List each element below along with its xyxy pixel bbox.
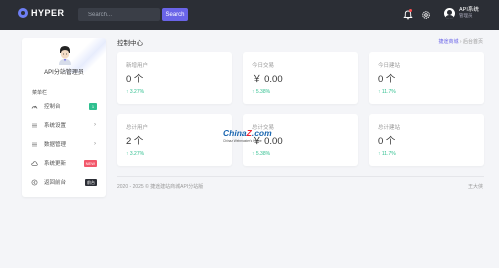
stat-trend: ↑ 11.7% (378, 151, 396, 157)
stat-label: 总计用户 (126, 125, 149, 131)
sidebar-item-data[interactable]: 数据管理 › (22, 136, 106, 152)
sidebar-item-label: 系统设置 (44, 123, 67, 129)
stat-trend: ↑ 5.38% (252, 89, 271, 95)
new-badge: NEW (83, 159, 97, 167)
stat-trend: ↑ 3.27% (126, 89, 145, 95)
settings-list-icon (31, 122, 38, 129)
user-role: 管理员 (459, 13, 473, 18)
stat-value: 0 个 (126, 74, 144, 85)
arrow-up-icon: ↑ (126, 89, 129, 95)
dashboard-icon (31, 103, 38, 110)
breadcrumb-separator: › (459, 39, 462, 45)
stat-trend: ↑ 3.27% (126, 151, 145, 157)
page-title: 控制中心 (117, 40, 143, 47)
sidebar-item-label: 返回前台 (44, 180, 67, 186)
menu-section-label: 菜单栏 (32, 90, 48, 96)
profile-avatar (59, 46, 71, 65)
brand-name: HYPER (31, 8, 65, 18)
arrow-up-icon: ↑ (252, 151, 255, 157)
arrow-up-icon: ↑ (378, 151, 381, 157)
arrow-up-icon: ↑ (378, 89, 381, 95)
stat-label: 今日交易 (252, 63, 275, 69)
cloud-icon (31, 160, 38, 167)
breadcrumb-link[interactable]: 捷途商城 (439, 39, 459, 45)
user-menu[interactable]: API系统 管理员 (444, 7, 479, 19)
search-input[interactable] (78, 8, 160, 21)
arrow-up-icon: ↑ (252, 89, 255, 95)
sidebar-item-label: 数据管理 (44, 142, 67, 148)
stat-label: 总计建站 (378, 125, 401, 131)
app-window: HYPER Search API系统 管理员 (0, 0, 499, 268)
sidebar-item-frontend[interactable]: 返回前台 前台 (22, 174, 106, 190)
brand-logo[interactable]: HYPER (18, 8, 65, 18)
notification-dot (409, 9, 412, 12)
breadcrumb: 捷途商城 › 后台首页 (439, 38, 483, 45)
sidebar-item-settings[interactable]: 系统设置 › (22, 117, 106, 133)
stat-label: 今日建站 (378, 63, 401, 69)
avatar (444, 7, 455, 19)
stat-card-today-sites: 今日建站 0 个 ↑ 11.7% (369, 52, 484, 104)
stat-value: 0 个 (378, 136, 396, 147)
sidebar-item-dashboard[interactable]: 控制台 1 (22, 98, 106, 114)
watermark: ChinaZ.com Chinaz Webmaster's Home (223, 128, 272, 143)
sidebar-item-label: 系统更新 (44, 161, 67, 167)
stat-card-new-users: 新增用户 0 个 ↑ 3.27% (117, 52, 232, 104)
count-badge: 1 (89, 102, 97, 110)
breadcrumb-current: 后台首页 (462, 39, 483, 45)
top-navbar: HYPER Search API系统 管理员 (0, 0, 499, 30)
profile-title: API分站管理员 (44, 70, 84, 76)
footer-author: 王大侠 (467, 184, 483, 190)
data-list-icon (31, 141, 38, 148)
sidebar: API分站管理员 菜单栏 控制台 1 系统设置 › 数据管理 › 系统更新 NE… (22, 38, 106, 197)
stat-value: 2 个 (126, 136, 144, 147)
frontend-badge: 前台 (85, 178, 97, 186)
search-button[interactable]: Search (162, 8, 188, 21)
stat-card-total-sites: 总计建站 0 个 ↑ 11.7% (369, 114, 484, 166)
sidebar-item-label: 控制台 (44, 104, 61, 110)
stat-value: 0 个 (378, 74, 396, 85)
footer-divider (117, 176, 484, 177)
footer-copyright: 2020 - 2025 © 捷途建站商城API分站版 (117, 184, 204, 190)
stat-label: 新增用户 (126, 63, 149, 69)
stat-trend: ↑ 5.38% (252, 151, 271, 157)
gear-icon[interactable] (421, 10, 431, 20)
stat-card-today-trades: 今日交易 ￥ 0.00 ↑ 5.38% (243, 52, 358, 104)
stat-card-total-users: 总计用户 2 个 ↑ 3.27% (117, 114, 232, 166)
chevron-right-icon: › (94, 122, 96, 128)
logo-icon (18, 8, 28, 18)
return-icon (31, 179, 38, 186)
chevron-right-icon: › (94, 141, 96, 147)
stat-value: ￥ 0.00 (252, 74, 283, 85)
arrow-up-icon: ↑ (126, 151, 129, 157)
sidebar-item-update[interactable]: 系统更新 NEW (22, 155, 106, 171)
stat-trend: ↑ 11.7% (378, 89, 396, 95)
